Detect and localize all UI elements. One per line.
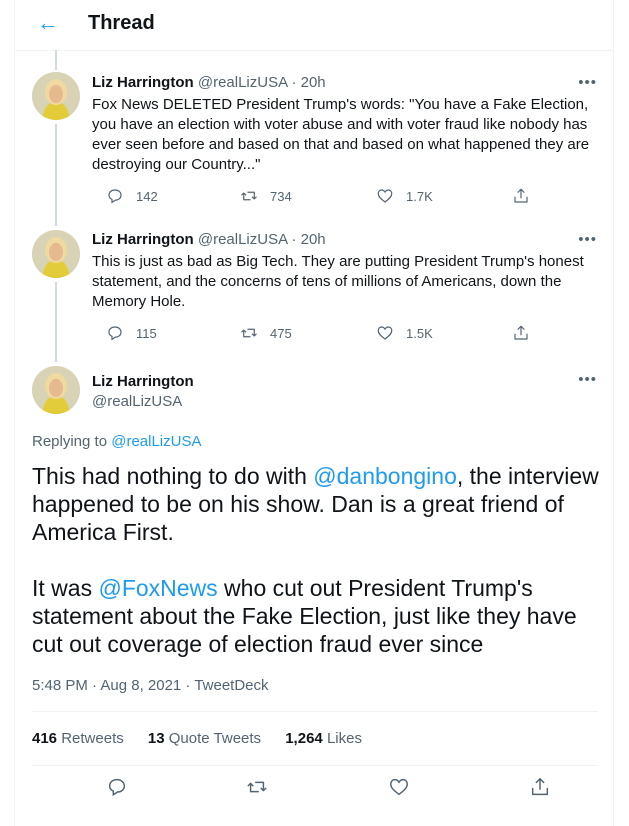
avatar-image <box>32 72 80 120</box>
quote-tweets-stat[interactable]: 13 Quote Tweets <box>148 730 261 747</box>
reply-count: 115 <box>136 325 157 341</box>
retweet-count: 734 <box>270 188 292 204</box>
likes-stat[interactable]: 1,264 Likes <box>285 730 362 747</box>
tweet-actions: 142 734 1.7K <box>92 187 532 207</box>
reply-button[interactable] <box>106 776 132 802</box>
avatar-image <box>32 366 80 414</box>
reply-button[interactable]: 115 <box>106 324 157 342</box>
likes-label: Likes <box>326 730 362 747</box>
retweet-count: 475 <box>270 325 292 341</box>
thread-column: ← Thread Liz Harrington @realLizUSA · 20… <box>14 0 614 826</box>
thread-connector <box>55 124 57 226</box>
more-icon[interactable]: ••• <box>578 73 597 93</box>
paragraph-2: It was @FoxNews who cut out President Tr… <box>32 574 607 658</box>
avatar[interactable] <box>32 72 80 120</box>
thread-connector <box>55 50 57 70</box>
retweets-label: Retweets <box>61 730 124 747</box>
retweet-button[interactable] <box>246 776 272 802</box>
avatar-image <box>32 230 80 278</box>
mention-link[interactable]: @danbongino <box>313 463 457 489</box>
reply-icon <box>108 326 122 341</box>
arrow-left-icon[interactable]: ← <box>37 10 59 36</box>
text-span: This had nothing to do with <box>32 463 314 489</box>
share-button[interactable] <box>512 187 542 205</box>
page-title: Thread <box>88 12 155 34</box>
divider <box>32 765 598 766</box>
tweet-text: Fox News DELETED President Trump's words… <box>92 96 590 173</box>
quotes-count: 13 <box>147 730 165 747</box>
author-handle[interactable]: @realLizUSA <box>198 231 287 248</box>
tweet-time[interactable]: · 20h <box>291 231 325 248</box>
tweet-actions: 115 475 1.5K <box>92 324 532 344</box>
reply-icon <box>108 778 126 797</box>
share-icon <box>531 778 549 796</box>
avatar[interactable] <box>32 230 80 278</box>
replying-to: Replying to @realLizUSA <box>32 432 201 452</box>
replying-prefix: Replying to <box>32 433 108 450</box>
retweets-stat[interactable]: 416 Retweets <box>32 730 124 747</box>
tweet-meta[interactable]: 5:48 PM · Aug 8, 2021 · TweetDeck <box>32 676 269 696</box>
author-handle[interactable]: @realLizUSA <box>198 74 287 91</box>
share-icon <box>514 188 528 203</box>
heart-icon <box>390 778 408 796</box>
like-button[interactable]: 1.7K <box>376 187 433 205</box>
more-icon[interactable]: ••• <box>578 370 597 390</box>
tweet-stats: 416 Retweets 13 Quote Tweets 1,264 Likes <box>32 729 382 749</box>
author-handle[interactable]: @realLizUSA <box>92 392 182 412</box>
divider <box>32 711 598 712</box>
retweet-icon <box>247 781 267 793</box>
heart-icon <box>377 189 393 203</box>
author-name[interactable]: Liz Harrington <box>92 231 194 248</box>
retweet-icon <box>241 191 257 201</box>
retweet-button[interactable]: 734 <box>240 187 292 205</box>
like-button[interactable] <box>388 776 414 802</box>
main-tweet-text: This had nothing to do with @danbongino,… <box>32 462 607 658</box>
paragraph-1: This had nothing to do with @danbongino,… <box>32 462 607 546</box>
author-name[interactable]: Liz Harrington <box>92 74 194 91</box>
author-name[interactable]: Liz Harrington <box>92 372 194 392</box>
thread-header: ← Thread <box>15 0 613 51</box>
retweets-count: 416 <box>32 730 58 747</box>
main-tweet-actions <box>32 776 598 802</box>
tweet-time[interactable]: · 20h <box>291 74 325 91</box>
tweet-header: Liz Harrington @realLizUSA · 20h <box>92 230 326 250</box>
more-icon[interactable]: ••• <box>578 230 597 250</box>
tweet-text: This is just as bad as Big Tech. They ar… <box>92 253 584 310</box>
likes-count: 1,264 <box>285 730 323 747</box>
avatar[interactable] <box>32 366 80 414</box>
tweet-header: Liz Harrington @realLizUSA · 20h <box>92 73 326 93</box>
reply-button[interactable]: 142 <box>106 187 158 205</box>
replying-to-link[interactable]: @realLizUSA <box>111 433 201 450</box>
like-button[interactable]: 1.5K <box>376 324 433 342</box>
share-icon <box>514 325 528 340</box>
share-button[interactable] <box>512 324 542 342</box>
share-button[interactable] <box>529 776 555 802</box>
thread-connector <box>55 282 57 362</box>
quotes-label: Quote Tweets <box>168 730 262 747</box>
text-span: It was <box>32 575 99 601</box>
retweet-icon <box>241 328 257 338</box>
like-count: 1.5K <box>406 325 433 341</box>
like-count: 1.7K <box>406 188 433 204</box>
retweet-button[interactable]: 475 <box>240 324 292 342</box>
mention-link[interactable]: @FoxNews <box>98 575 217 601</box>
reply-count: 142 <box>136 188 158 204</box>
heart-icon <box>377 326 393 340</box>
reply-icon <box>108 189 122 204</box>
